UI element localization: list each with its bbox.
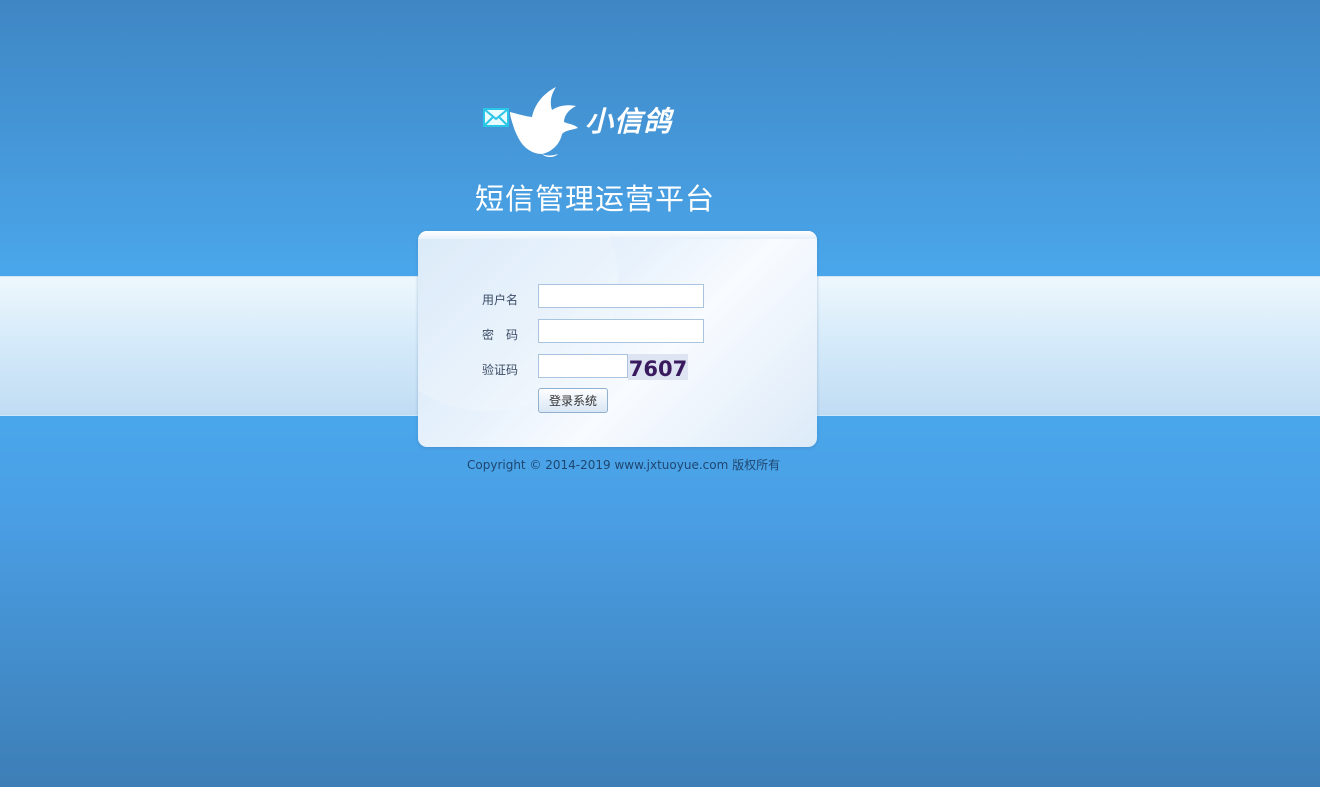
copyright-text: Copyright © 2014-2019 www.jxtuoyue.com 版… xyxy=(467,458,781,472)
username-label: 用户名 xyxy=(482,293,519,307)
captcha-image[interactable]: 7607 xyxy=(628,354,688,381)
dove-logo xyxy=(510,87,578,157)
username-input[interactable] xyxy=(538,284,704,308)
page-title: 短信管理运营平台 xyxy=(475,182,716,216)
envelope-icon xyxy=(483,108,509,127)
password-input[interactable] xyxy=(538,319,704,343)
password-label: 密 码 xyxy=(482,328,519,342)
captcha-label: 验证码 xyxy=(482,363,519,377)
captcha-input[interactable] xyxy=(538,354,628,378)
login-button[interactable]: 登录系统 xyxy=(538,388,608,413)
login-panel: 用户名 密 码 验证码 7607 登录系统 xyxy=(418,231,817,447)
logo-text: 小信鸽 xyxy=(585,105,673,138)
